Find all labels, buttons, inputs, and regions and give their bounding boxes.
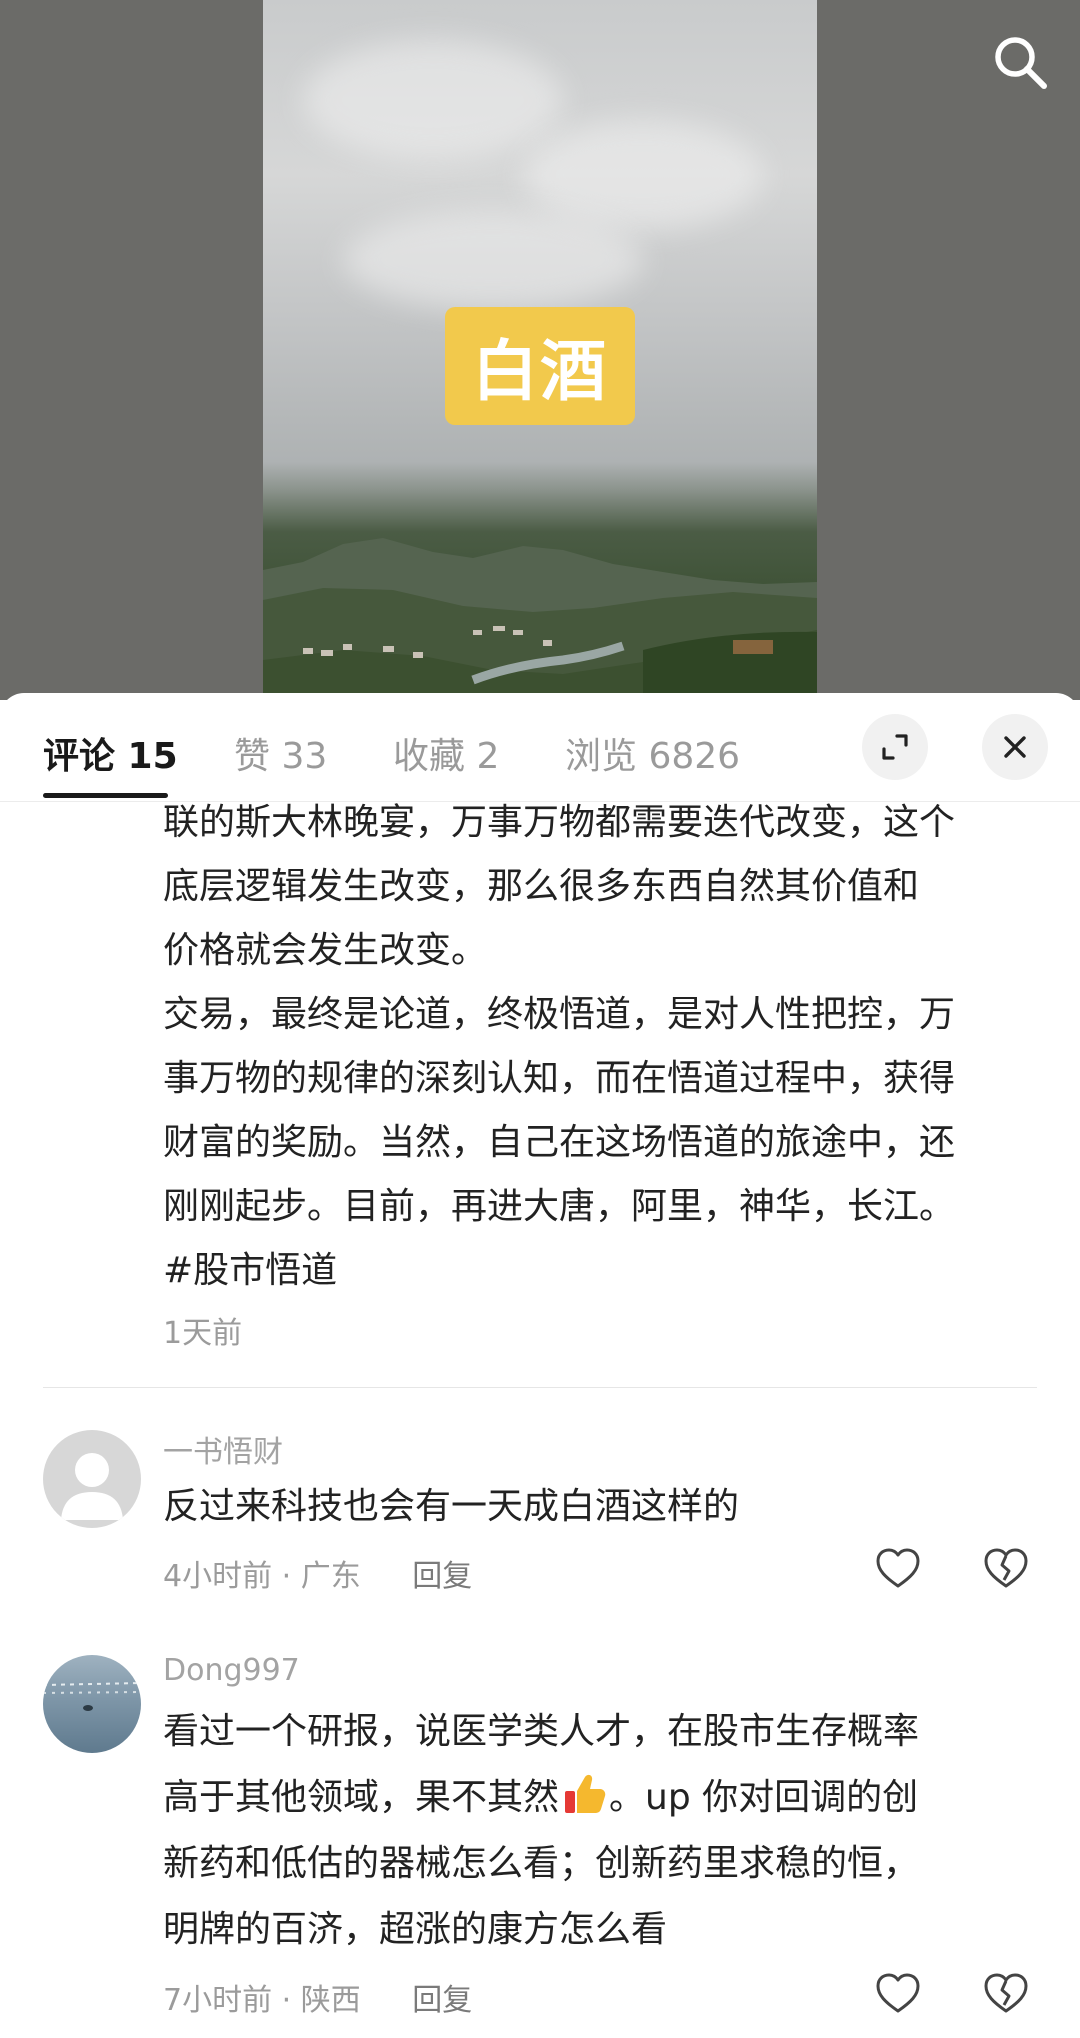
post-timestamp: 1天前 <box>163 1316 243 1351</box>
post-line: 财富的奖励。当然，自己在这场悟道的旅途中，还 <box>163 1122 956 1163</box>
meta-dot: · <box>281 1559 301 1594</box>
comment-line: 明牌的百济，超涨的康方怎么看 <box>163 1909 668 1950</box>
avatar[interactable] <box>43 1655 141 1753</box>
expand-icon <box>882 734 908 760</box>
heart-icon <box>876 1548 920 1588</box>
dislike-button[interactable] <box>978 1540 1034 1596</box>
post-line: 价格就会发生改变。 <box>163 930 488 971</box>
comment-line: 高于其他领域，果不其然 。up 你对回调的创 <box>163 1765 1043 1831</box>
comment-meta: 7小时前 · 陕西 回复 <box>163 1975 472 2019</box>
comment-segment: 。up 你对回调的创 <box>609 1777 919 1818</box>
like-button[interactable] <box>870 1965 926 2021</box>
comment-meta: 4小时前 · 广东 回复 <box>163 1551 472 1595</box>
tab-bar: 评论 15 赞 33 收藏 2 浏览 6826 <box>0 693 1080 803</box>
broken-heart-icon <box>984 1548 1028 1588</box>
post-line: 刚刚起步。目前，再进大唐，阿里，神华，长江。 <box>163 1186 956 1227</box>
search-button[interactable] <box>988 30 1052 94</box>
tab-divider <box>0 801 1080 802</box>
post-hashtag[interactable]: #股市悟道 <box>163 1239 1043 1303</box>
comment-text: 反过来科技也会有一天成白酒这样的 <box>163 1474 1043 1540</box>
tab-likes[interactable]: 赞 33 <box>234 727 327 779</box>
search-icon <box>995 37 1047 89</box>
comment-sheet: 评论 15 赞 33 收藏 2 浏览 6826 联的斯大林晚宴，万事万物都需要迭… <box>0 693 1080 2038</box>
post-line: 事万物的规律的深刻认知，而在悟道过程中，获得 <box>163 1058 956 1099</box>
meta-dot: · <box>281 1983 301 2018</box>
topic-sticker: 白酒 <box>445 307 635 425</box>
reply-button[interactable]: 回复 <box>412 1983 472 2018</box>
comment-text: 看过一个研报，说医学类人才，在股市生存概率 高于其他领域，果不其然 。up 你对… <box>163 1699 1043 1963</box>
default-avatar-icon <box>61 1453 123 1520</box>
post-line: 交易，最终是论道，终极悟道，是对人性把控，万 <box>163 994 956 1035</box>
comment-list[interactable]: 联的斯大林晚宴，万事万物都需要迭代改变，这个 底层逻辑发生改变，那么很多东西自然… <box>0 803 1080 2038</box>
media-background: 白酒 <box>0 0 1080 700</box>
active-tab-indicator <box>43 793 168 798</box>
tab-views[interactable]: 浏览 6826 <box>565 727 740 779</box>
comment-username[interactable]: 一书悟财 <box>163 1427 283 1471</box>
post-line: 联的斯大林晚宴，万事万物都需要迭代改变，这个 <box>163 803 956 843</box>
close-icon <box>1004 736 1026 758</box>
comment-location: 陕西 <box>300 1983 361 2018</box>
expand-button[interactable] <box>862 714 928 780</box>
comment-line: 看过一个研报，说医学类人才，在股市生存概率 <box>163 1711 920 1752</box>
user-avatar-image <box>43 1682 141 1711</box>
tab-favorites[interactable]: 收藏 2 <box>393 727 499 779</box>
like-button[interactable] <box>870 1540 926 1596</box>
dislike-button[interactable] <box>978 1965 1034 2021</box>
comment-username[interactable]: Dong997 <box>163 1653 300 1688</box>
heart-icon <box>876 1973 920 2013</box>
divider <box>43 1387 1037 1388</box>
comment-line: 反过来科技也会有一天成白酒这样的 <box>163 1486 740 1527</box>
close-button[interactable] <box>982 714 1048 780</box>
comment-location: 广东 <box>300 1559 361 1594</box>
thumbs-up-emoji <box>565 1774 606 1813</box>
broken-heart-icon <box>984 1973 1028 2013</box>
comment-segment: 高于其他领域，果不其然 <box>163 1777 560 1818</box>
comment-line: 新药和低估的器械怎么看；创新药里求稳的恒， <box>163 1843 920 1884</box>
tab-comments[interactable]: 评论 15 <box>43 727 178 779</box>
reply-button[interactable]: 回复 <box>412 1559 472 1594</box>
comment-time: 4小时前 <box>163 1559 273 1594</box>
post-line: 底层逻辑发生改变，那么很多东西自然其价值和 <box>163 866 920 907</box>
post-body: 联的斯大林晚宴，万事万物都需要迭代改变，这个 底层逻辑发生改变，那么很多东西自然… <box>163 803 1043 1303</box>
comment-time: 7小时前 <box>163 1983 273 2018</box>
avatar[interactable] <box>43 1430 141 1528</box>
